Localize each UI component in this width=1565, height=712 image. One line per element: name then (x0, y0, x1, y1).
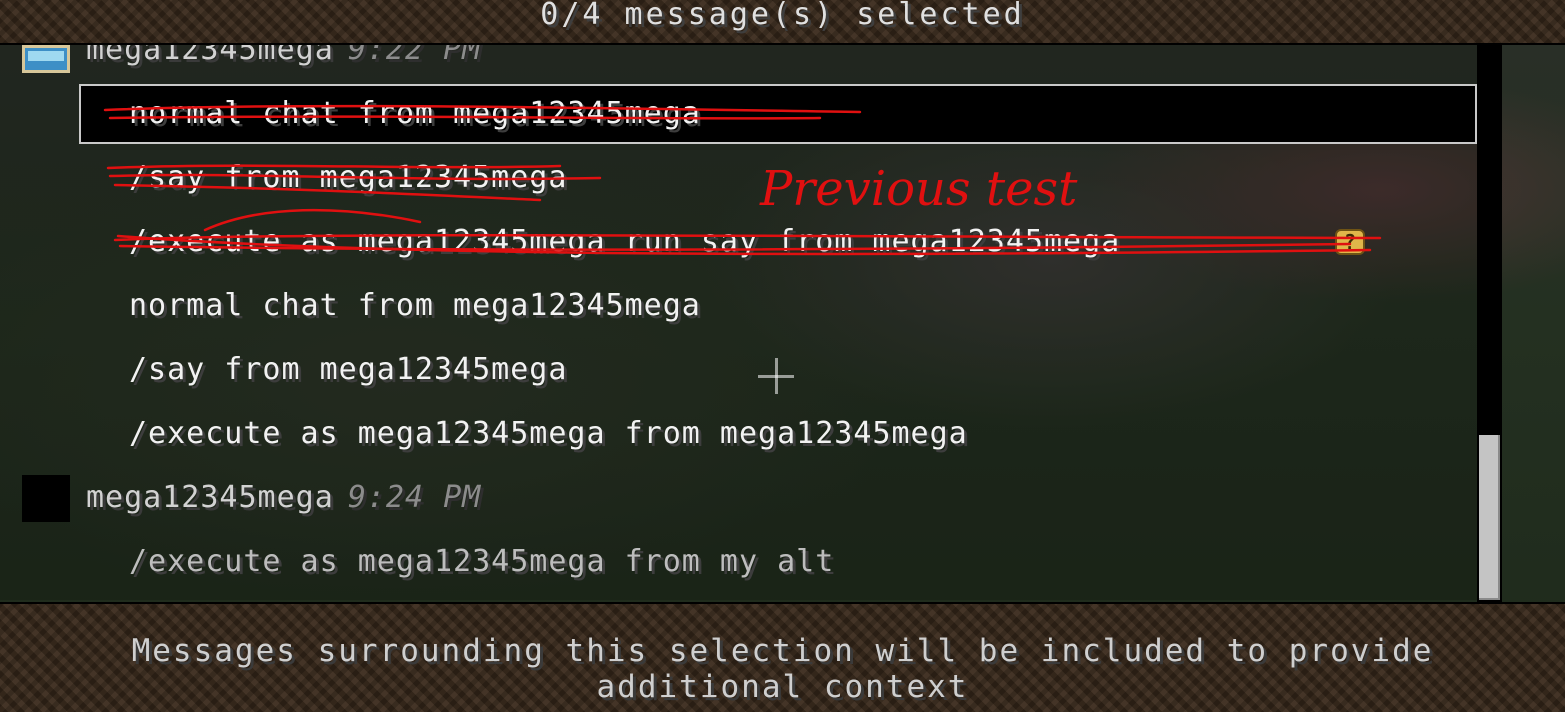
selection-count-title: 0/4 message(s) selected (540, 0, 1025, 32)
message-row[interactable]: /say from mega12345mega (129, 350, 567, 390)
message-time: 9:24 PM (347, 480, 482, 515)
message-row[interactable]: /execute as mega12345mega run say from m… (129, 222, 1120, 262)
message-row[interactable]: normal chat from mega12345mega (129, 286, 701, 326)
message-row[interactable]: /execute as mega12345mega from mega12345… (129, 414, 968, 454)
sender-name: mega12345mega (86, 480, 334, 515)
player-head-avatar (22, 475, 70, 522)
footer-info-text: Messages surrounding this selection will… (131, 633, 1434, 705)
message-group-header: mega12345mega 9:24 PM (86, 478, 481, 518)
help-icon[interactable]: ? (1335, 229, 1365, 255)
message-row[interactable]: /say from mega12345mega (129, 158, 567, 198)
crosshair-icon (775, 358, 778, 394)
scrollbar-thumb[interactable] (1479, 435, 1500, 600)
player-head-avatar (22, 45, 70, 73)
message-text: normal chat from mega12345mega (129, 96, 701, 131)
message-row-selected-hover[interactable]: normal chat from mega12345mega (79, 84, 1477, 144)
message-row[interactable]: /execute as mega12345mega from my alt (129, 542, 834, 582)
